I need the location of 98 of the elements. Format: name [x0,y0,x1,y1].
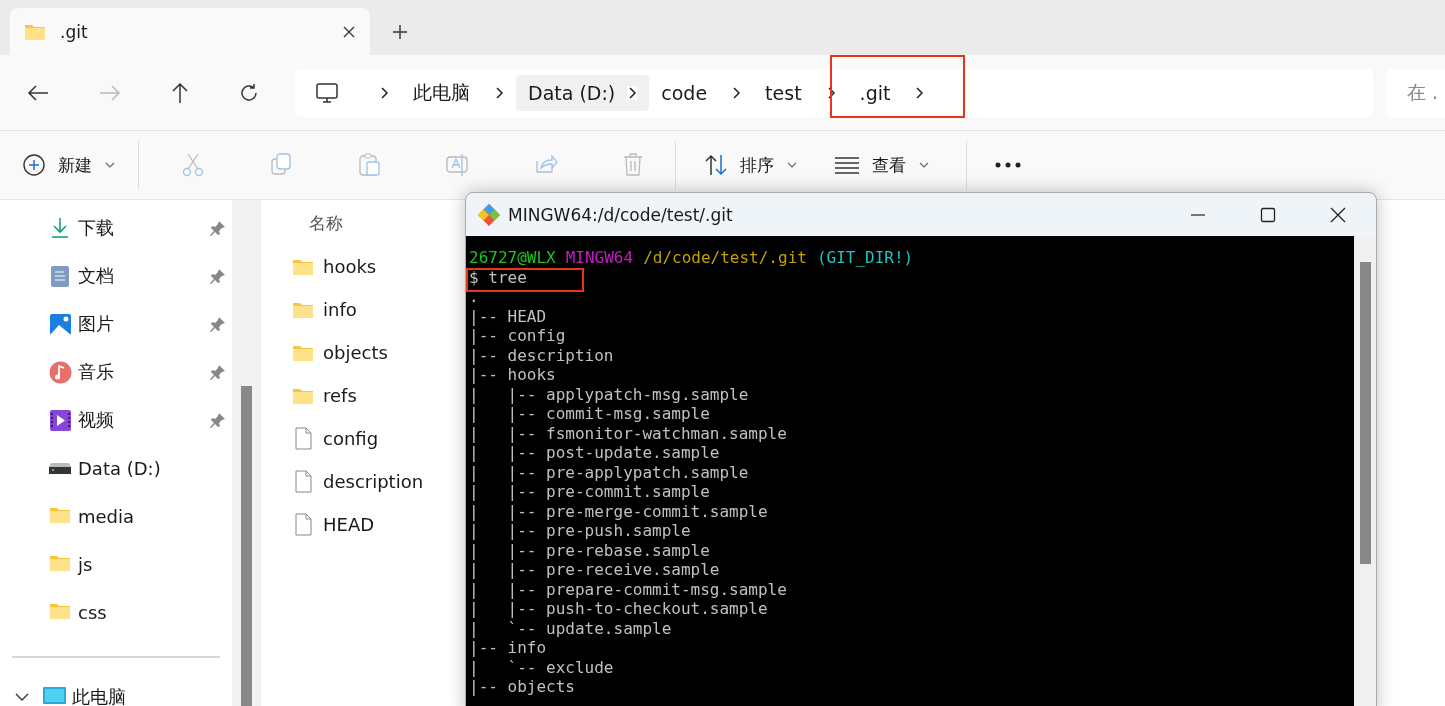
file-icon [292,470,315,493]
folder-icon [292,386,315,405]
address-bar[interactable]: 此电脑 Data (D:) code test .git [295,68,1373,117]
back-icon[interactable] [27,83,49,102]
pin-icon[interactable] [210,316,226,332]
chevron-icon[interactable] [731,85,742,100]
output-line: |-- config [469,326,567,346]
chevron-icon[interactable] [914,85,925,100]
output-line: | |-- applypatch-msg.sample [469,384,750,404]
output-line: |-- HEAD [469,306,548,326]
prompt-text: MINGW64 [565,248,634,267]
output-line: |-- info [469,638,548,658]
computer-icon [315,81,339,104]
pin-icon[interactable] [210,412,226,428]
monitor-icon [43,687,66,706]
sort-button[interactable]: 排序 [704,153,798,177]
chevron-icon[interactable] [494,85,504,100]
file-item[interactable]: info [292,288,357,331]
scrollbar-thumb[interactable] [240,386,252,706]
folder-icon [292,343,315,362]
command-text: $ tree [469,267,527,287]
breadcrumb-item[interactable]: .git [847,81,903,104]
output-line: | |-- push-to-checkout.sample [469,599,769,619]
sidebar-item[interactable]: 下载 [0,204,232,252]
close-icon[interactable] [1330,206,1346,223]
output-line: | |-- pre-commit.sample [469,482,711,502]
output-line: | |-- fsmonitor-watchman.sample [469,423,788,443]
output-line: . [469,287,480,307]
sidebar-item[interactable]: 视频 [0,396,232,444]
prompt-text: 26727@WLX [469,248,556,267]
caret-icon [786,160,798,170]
output-line: | |-- prepare-commit-msg.sample [469,579,788,599]
sidebar-item[interactable]: js [0,540,232,588]
more-icon[interactable] [995,162,1021,168]
output-line: | |-- commit-msg.sample [469,404,711,424]
folder-icon [24,22,46,41]
close-icon[interactable] [342,24,356,39]
breadcrumb-item[interactable]: 此电脑 [401,79,482,106]
sidebar-item[interactable]: 此电脑 [43,685,126,706]
scrollbar-thumb[interactable] [1359,262,1371,564]
folder-icon [292,257,315,276]
file-item[interactable]: config [292,417,379,460]
pin-icon[interactable] [210,364,226,380]
list-icon [834,156,860,174]
output-line: |-- hooks [469,365,557,385]
file-item[interactable]: description [292,460,424,503]
output-line: | |-- pre-rebase.sample [469,540,711,560]
breadcrumb-item[interactable]: code [649,81,720,104]
plus-circle-icon [22,153,46,177]
up-icon[interactable] [171,81,189,104]
caret-icon [918,160,930,170]
new-button[interactable]: 新建 [22,153,116,177]
file-item[interactable]: hooks [292,245,377,288]
folder-icon [292,300,315,319]
chevron-down-icon[interactable] [15,692,29,702]
picture-icon [49,312,72,336]
new-tab-icon[interactable] [392,24,408,40]
caret-icon [104,160,116,170]
tab[interactable]: .git [10,8,370,55]
view-button[interactable]: 查看 [834,153,930,177]
chevron-icon[interactable] [825,85,836,100]
sidebar-item[interactable]: 音乐 [0,348,232,396]
output-line: |-- objects [469,677,576,697]
sidebar-item[interactable]: Data (D:) [0,444,232,492]
chevron-icon[interactable] [379,85,389,100]
video-icon [49,408,72,432]
sidebar-item[interactable]: 文档 [0,252,232,300]
file-icon [292,513,315,536]
output-line: |-- description [469,345,615,365]
sidebar-item[interactable]: media [0,492,232,540]
output-line: | |-- pre-merge-commit.sample [469,501,769,521]
refresh-icon[interactable] [239,82,259,103]
prompt-text: (GIT_DIR!) [816,248,914,267]
file-item[interactable]: HEAD [292,503,375,546]
pin-icon[interactable] [210,220,226,236]
column-header[interactable]: 名称 [309,200,343,245]
git-icon [478,203,500,226]
window-title: MINGW64:/d/code/test/.git [508,204,734,225]
output-line: | |-- pre-applypatch.sample [469,462,750,482]
chevron-icon[interactable] [627,85,638,100]
file-item[interactable]: refs [292,374,357,417]
document-icon [49,264,72,288]
output-line: | `-- exclude [469,657,615,677]
output-line: | |-- post-update.sample [469,443,721,463]
breadcrumb-item[interactable]: test [753,81,814,104]
output-line: | |-- pre-receive.sample [469,560,721,580]
sort-icon [704,154,728,176]
output-line: | `-- update.sample [469,618,673,638]
file-icon [292,427,315,450]
pin-icon[interactable] [210,268,226,284]
file-item[interactable]: objects [292,331,388,374]
output-line: | |-- pre-push.sample [469,521,692,541]
prompt-text: /d/code/test/.git [643,248,807,267]
maximize-icon[interactable] [1260,206,1276,223]
sidebar-item[interactable]: css [0,588,232,636]
sidebar-item[interactable]: 图片 [0,300,232,348]
music-icon [49,360,72,384]
search-field[interactable]: 在 . [1385,68,1445,117]
